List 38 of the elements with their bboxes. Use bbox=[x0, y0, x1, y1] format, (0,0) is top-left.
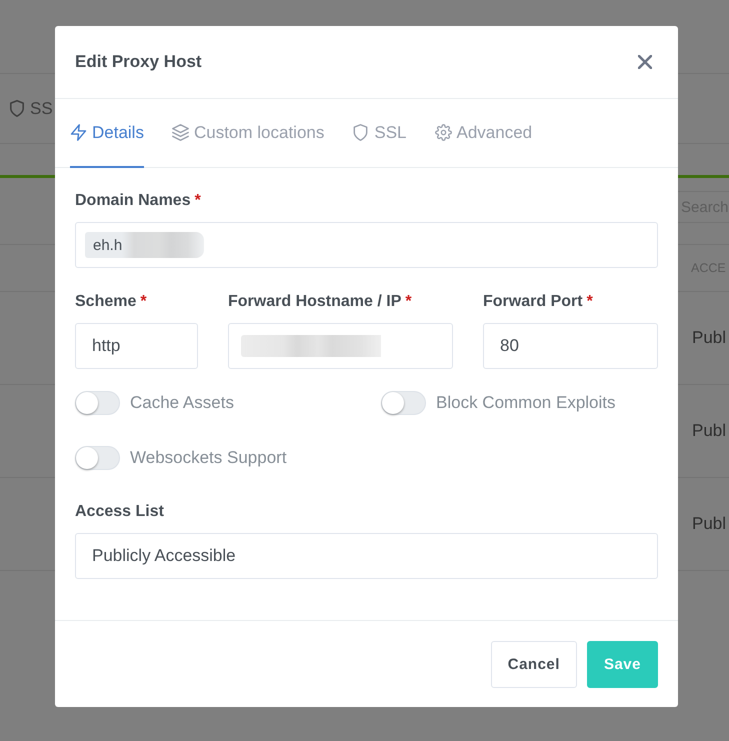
shield-icon bbox=[352, 124, 370, 141]
gear-icon bbox=[434, 124, 452, 141]
required-asterisk: * bbox=[194, 192, 201, 209]
table-cell-text: Publ bbox=[692, 421, 728, 441]
table-cell-text: Publ bbox=[692, 328, 728, 348]
tab[interactable]: Custom locations bbox=[172, 99, 324, 168]
dialog-title: Edit Proxy Host bbox=[75, 52, 202, 72]
table-cell-text: Publ bbox=[692, 514, 728, 534]
domain-names-field[interactable]: eh.h bbox=[75, 222, 658, 268]
tab[interactable]: Details bbox=[70, 99, 144, 168]
close-icon bbox=[638, 55, 652, 69]
text-field[interactable] bbox=[228, 323, 453, 369]
field-label: Scheme bbox=[75, 293, 136, 310]
toggle-label: Websockets Support bbox=[130, 448, 287, 468]
toggle-switch[interactable] bbox=[381, 391, 426, 415]
shield-icon bbox=[10, 100, 24, 117]
tab[interactable]: SSL bbox=[352, 99, 406, 168]
access-list-select[interactable]: Publicly Accessible bbox=[75, 533, 658, 579]
text-field[interactable]: http bbox=[75, 323, 198, 369]
required-asterisk: * bbox=[405, 293, 412, 310]
bolt-icon bbox=[70, 124, 87, 141]
layers-icon bbox=[172, 124, 189, 141]
domain-tag: eh.h bbox=[85, 232, 122, 258]
tab[interactable]: Advanced bbox=[434, 99, 532, 168]
field-label: Forward Hostname / IP bbox=[228, 293, 402, 310]
field-label: Access List bbox=[75, 503, 164, 520]
toggle-label: Block Common Exploits bbox=[436, 393, 616, 413]
field-label: Domain Names bbox=[75, 192, 191, 209]
field-label: Forward Port bbox=[483, 293, 583, 310]
toggle-switch[interactable] bbox=[75, 391, 120, 415]
nav-tab[interactable]: SS bbox=[10, 98, 53, 118]
required-asterisk: * bbox=[140, 293, 147, 310]
save-button[interactable]: Save bbox=[586, 640, 658, 688]
cancel-button[interactable]: Cancel bbox=[490, 640, 577, 688]
text-field[interactable]: 80 bbox=[483, 323, 658, 369]
required-asterisk: * bbox=[586, 293, 593, 310]
toggle-switch[interactable] bbox=[75, 446, 120, 470]
toggle-label: Cache Assets bbox=[130, 393, 234, 413]
